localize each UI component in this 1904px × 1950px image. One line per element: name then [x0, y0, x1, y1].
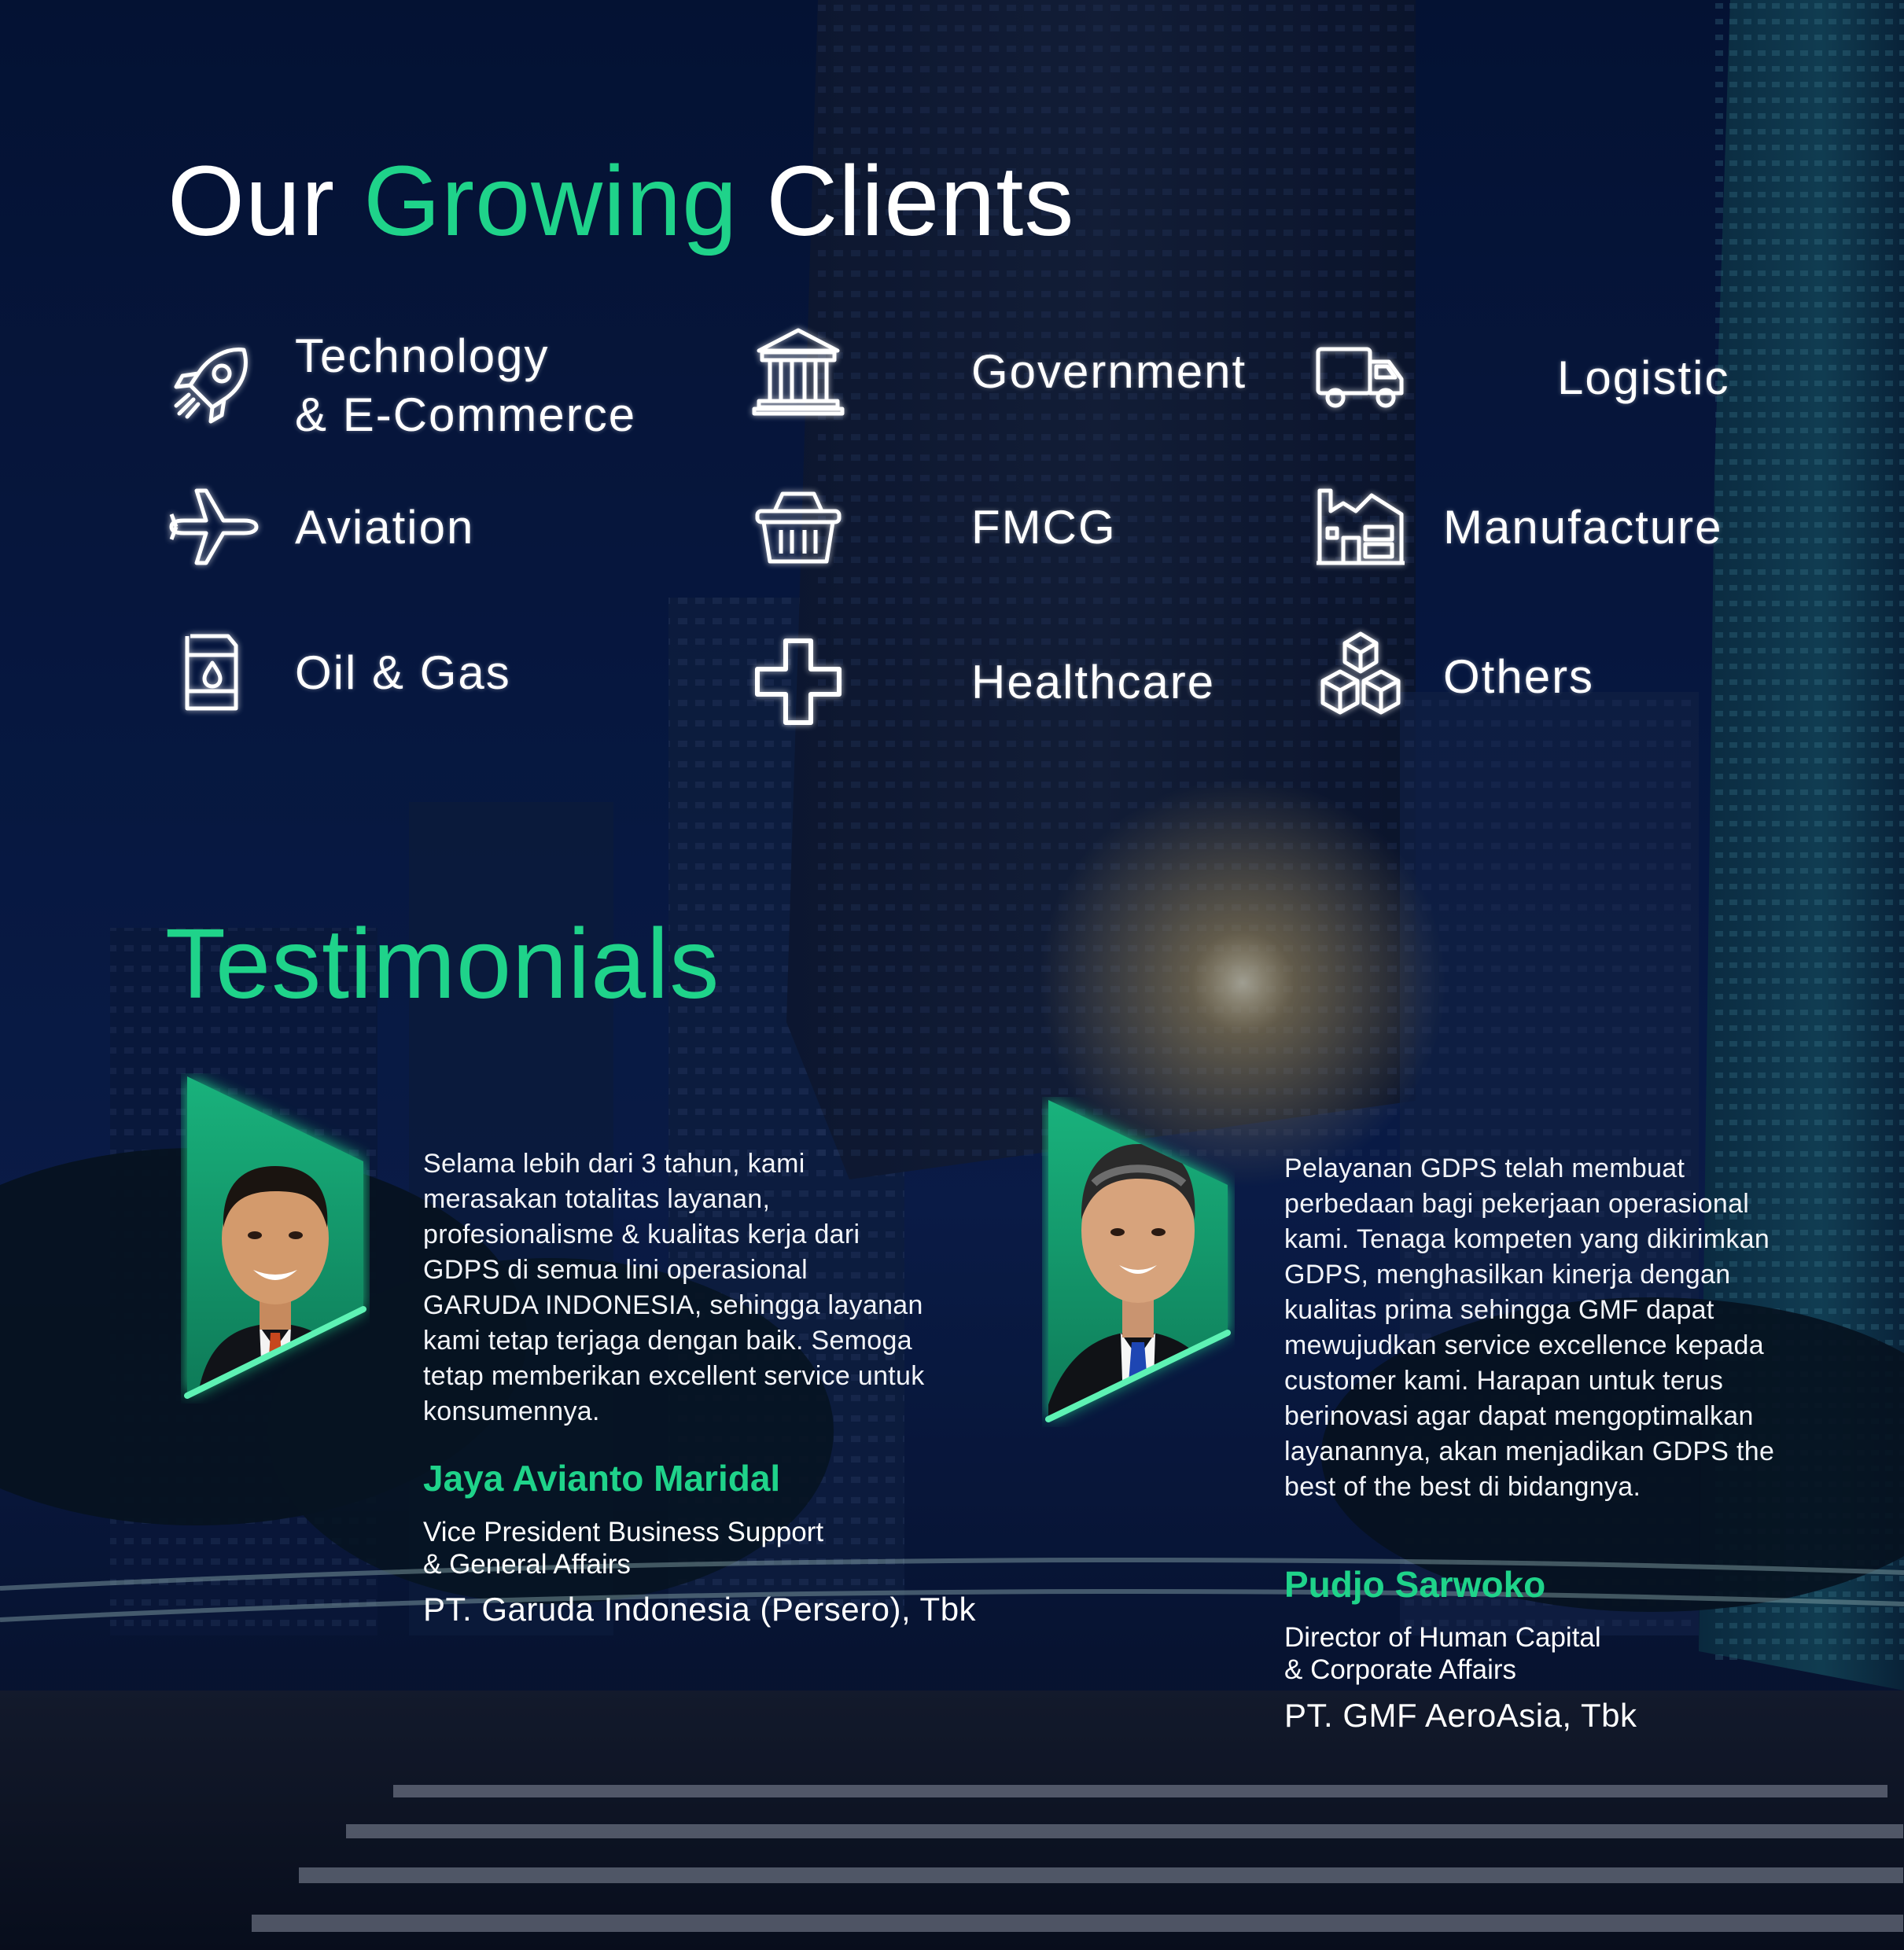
client-category-technology: Technology & E-Commerce [165, 326, 636, 444]
category-label: Oil & Gas [295, 646, 511, 699]
airplane-icon [165, 480, 260, 574]
testimonial-name-2: Pudjo Sarwoko [1284, 1564, 1546, 1605]
testimonial-name-1: Jaya Avianto Maridal [423, 1458, 781, 1499]
testimonial-quote-1: Selama lebih dari 3 tahun, kami merasaka… [423, 1149, 925, 1426]
client-category-manufacture: Manufacture [1313, 480, 1723, 574]
client-category-healthcare: Healthcare [751, 635, 1215, 729]
boxes-icon [1313, 629, 1408, 723]
section-title-testimonials: Testimonials [165, 908, 720, 1019]
client-category-others: Others [1313, 629, 1594, 723]
category-label: Healthcare [971, 655, 1216, 708]
government-building-icon [751, 324, 845, 418]
basket-icon [751, 480, 845, 574]
rocket-icon [165, 338, 260, 432]
testimonial-company-2: PT. GMF AeroAsia, Tbk [1284, 1697, 1637, 1734]
client-category-logistic: Logistic [1313, 330, 1729, 425]
medical-cross-icon [751, 635, 845, 729]
category-label: Aviation [295, 500, 475, 554]
section-title-clients: Our Growing Clients [168, 142, 1074, 260]
testimonial-role-1: Vice President Business Support & Genera… [423, 1517, 824, 1580]
truck-icon [1313, 330, 1408, 425]
title-text-growing: Growing [363, 145, 738, 256]
testimonial-role-2: Director of Human Capital & Corporate Af… [1284, 1622, 1601, 1685]
category-label: Manufacture [1443, 500, 1723, 554]
client-category-fmcg: FMCG [751, 480, 1117, 574]
client-category-oil-gas: Oil & Gas [165, 625, 511, 719]
category-label: Government [971, 344, 1247, 398]
title-text-clients: Clients [738, 145, 1075, 256]
oil-barrel-icon [165, 625, 260, 719]
factory-icon [1313, 480, 1408, 574]
testimonial-portrait-2 [1042, 1097, 1235, 1427]
client-category-aviation: Aviation [165, 480, 474, 574]
category-label: Others [1443, 649, 1595, 703]
category-label: Logistic [1557, 351, 1730, 404]
testimonial-company-1: PT. Garuda Indonesia (Persero), Tbk [423, 1591, 977, 1628]
title-text-our: Our [168, 145, 364, 256]
category-label: Technology & E-Commerce [295, 329, 637, 441]
testimonial-quote-2: Pelayanan GDPS telah membuat perbedaan b… [1284, 1153, 1775, 1502]
testimonial-portrait-1 [181, 1073, 370, 1404]
client-category-government: Government [751, 324, 1247, 418]
category-label: FMCG [971, 500, 1117, 554]
